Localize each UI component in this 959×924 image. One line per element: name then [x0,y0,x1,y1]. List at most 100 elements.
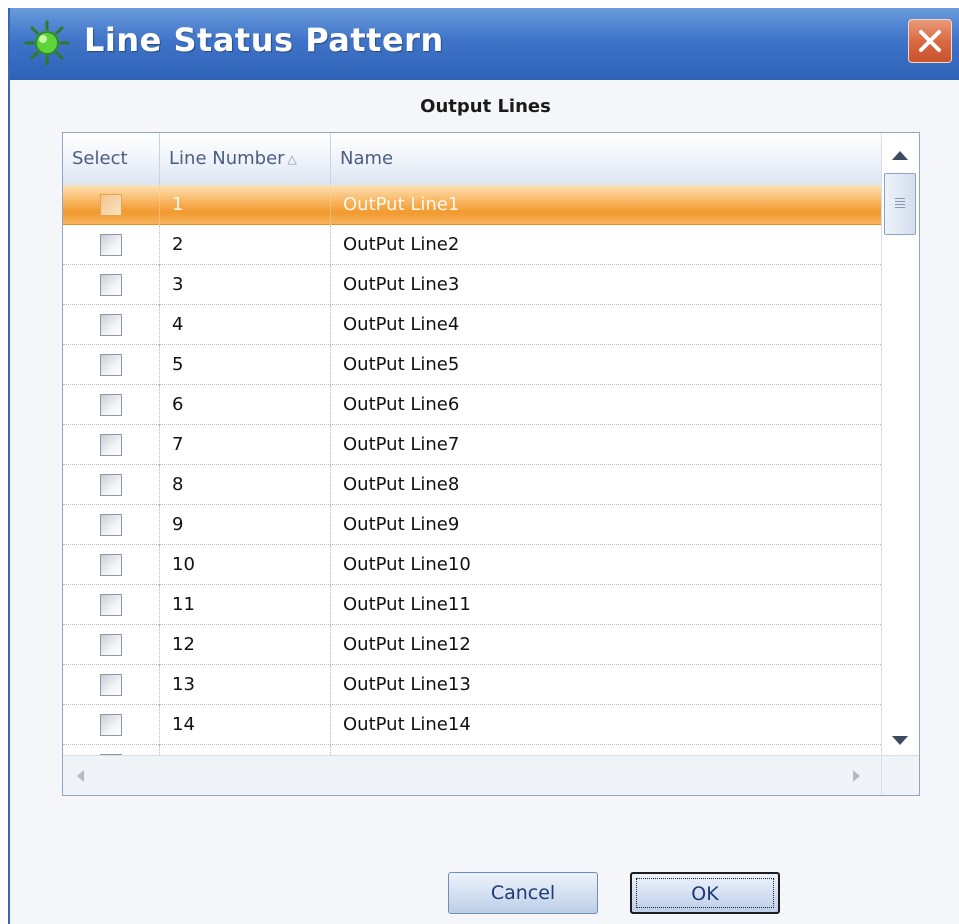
select-cell [63,385,160,425]
vertical-scroll-thumb[interactable] [884,173,916,235]
window-title: Line Status Pattern [84,21,444,59]
row-checkbox[interactable] [100,274,122,296]
table-row[interactable]: 10 OutPut Line10 [63,545,881,585]
select-cell [63,705,160,745]
column-header-select[interactable]: Select [63,133,160,185]
output-lines-grid: Select Line Number △ Name 1 OutPut Line1 2 O… [62,132,920,796]
row-checkbox[interactable] [100,674,122,696]
table-row[interactable]: 8 OutPut Line8 [63,465,881,505]
table-row[interactable]: 1 OutPut Line1 [63,185,881,225]
column-header-name[interactable]: Name [331,133,881,185]
select-cell [63,505,160,545]
close-button[interactable] [908,19,952,63]
line-number-cell [160,745,331,755]
line-number-cell: 14 [160,705,331,745]
column-header-label: Line Number [169,148,285,169]
column-header-label: Name [340,148,394,169]
select-cell [63,665,160,705]
line-number-cell: 3 [160,265,331,305]
select-cell [63,185,160,225]
row-checkbox[interactable] [100,554,122,576]
cancel-button[interactable]: Cancel [448,872,598,914]
select-cell [63,745,160,755]
name-cell: OutPut Line4 [343,314,460,335]
line-number-cell: 9 [160,505,331,545]
name-cell: OutPut Line11 [343,594,471,615]
table-row[interactable]: 13 OutPut Line13 [63,665,881,705]
row-checkbox[interactable] [100,234,122,256]
horizontal-scrollbar[interactable] [63,755,881,795]
select-cell [63,465,160,505]
name-cell: OutPut Line7 [343,434,460,455]
name-cell: OutPut Line5 [343,354,460,375]
scroll-left-arrow-icon[interactable] [77,770,84,782]
ok-button-label: OK [691,883,719,905]
select-cell [63,625,160,665]
column-header-label: Select [72,148,128,169]
row-checkbox[interactable] [100,434,122,456]
row-checkbox[interactable] [100,314,122,336]
line-number-cell: 7 [160,425,331,465]
scrollbar-corner [881,755,919,795]
dialog-window: Line Status Pattern Output Lines Select … [8,8,959,924]
name-cell: OutPut Line14 [343,714,471,735]
select-cell [63,545,160,585]
row-checkbox[interactable] [100,714,122,736]
row-checkbox[interactable] [100,354,122,376]
table-row[interactable]: 12 OutPut Line12 [63,625,881,665]
name-cell: OutPut Line9 [343,514,460,535]
row-checkbox[interactable] [100,194,122,216]
grid-header: Select Line Number △ Name [63,133,881,186]
column-header-line-number[interactable]: Line Number △ [160,133,331,185]
line-number-cell: 4 [160,305,331,345]
select-cell [63,425,160,465]
line-number-cell: 5 [160,345,331,385]
vertical-scrollbar[interactable] [881,133,919,755]
scroll-up-arrow-icon[interactable] [892,151,908,160]
table-row[interactable]: 4 OutPut Line4 [63,305,881,345]
cancel-button-label: Cancel [490,882,556,904]
name-cell: OutPut Line12 [343,634,471,655]
table-row[interactable]: 5 OutPut Line5 [63,345,881,385]
line-number-cell: 6 [160,385,331,425]
green-sun-icon [24,20,70,66]
scroll-right-arrow-icon[interactable] [853,770,860,782]
name-cell: OutPut Line6 [343,394,460,415]
name-cell: OutPut Line10 [343,554,471,575]
row-checkbox[interactable] [100,394,122,416]
line-number-cell: 10 [160,545,331,585]
row-checkbox[interactable] [100,634,122,656]
table-row[interactable]: 7 OutPut Line7 [63,425,881,465]
name-cell: OutPut Line8 [343,474,460,495]
name-cell: OutPut Line3 [343,274,460,295]
line-number-cell: 1 [160,185,331,225]
line-number-cell: 8 [160,465,331,505]
grip-icon [895,198,905,208]
name-cell: OutPut Line2 [343,234,460,255]
line-number-cell: 13 [160,665,331,705]
close-icon [919,30,941,52]
select-cell [63,345,160,385]
grid-rows: 1 OutPut Line1 2 OutPut Line2 3 OutPut Line3 4… [63,185,881,755]
table-row[interactable]: 6 OutPut Line6 [63,385,881,425]
table-row[interactable]: 14 OutPut Line14 [63,705,881,745]
ok-button[interactable]: OK [630,872,780,914]
select-cell [63,225,160,265]
table-row-partial[interactable] [63,745,881,755]
row-checkbox[interactable] [100,594,122,616]
line-number-cell: 11 [160,585,331,625]
name-cell: OutPut Line13 [343,674,471,695]
scroll-down-arrow-icon[interactable] [892,736,908,745]
table-row[interactable]: 9 OutPut Line9 [63,505,881,545]
table-row[interactable]: 2 OutPut Line2 [63,225,881,265]
line-number-cell: 12 [160,625,331,665]
section-label: Output Lines [420,96,551,117]
table-row[interactable]: 3 OutPut Line3 [63,265,881,305]
row-checkbox[interactable] [100,514,122,536]
table-row[interactable]: 11 OutPut Line11 [63,585,881,625]
title-bar[interactable]: Line Status Pattern [10,8,959,80]
select-cell [63,305,160,345]
select-cell [63,585,160,625]
row-checkbox[interactable] [100,474,122,496]
sort-ascending-icon: △ [287,152,297,166]
